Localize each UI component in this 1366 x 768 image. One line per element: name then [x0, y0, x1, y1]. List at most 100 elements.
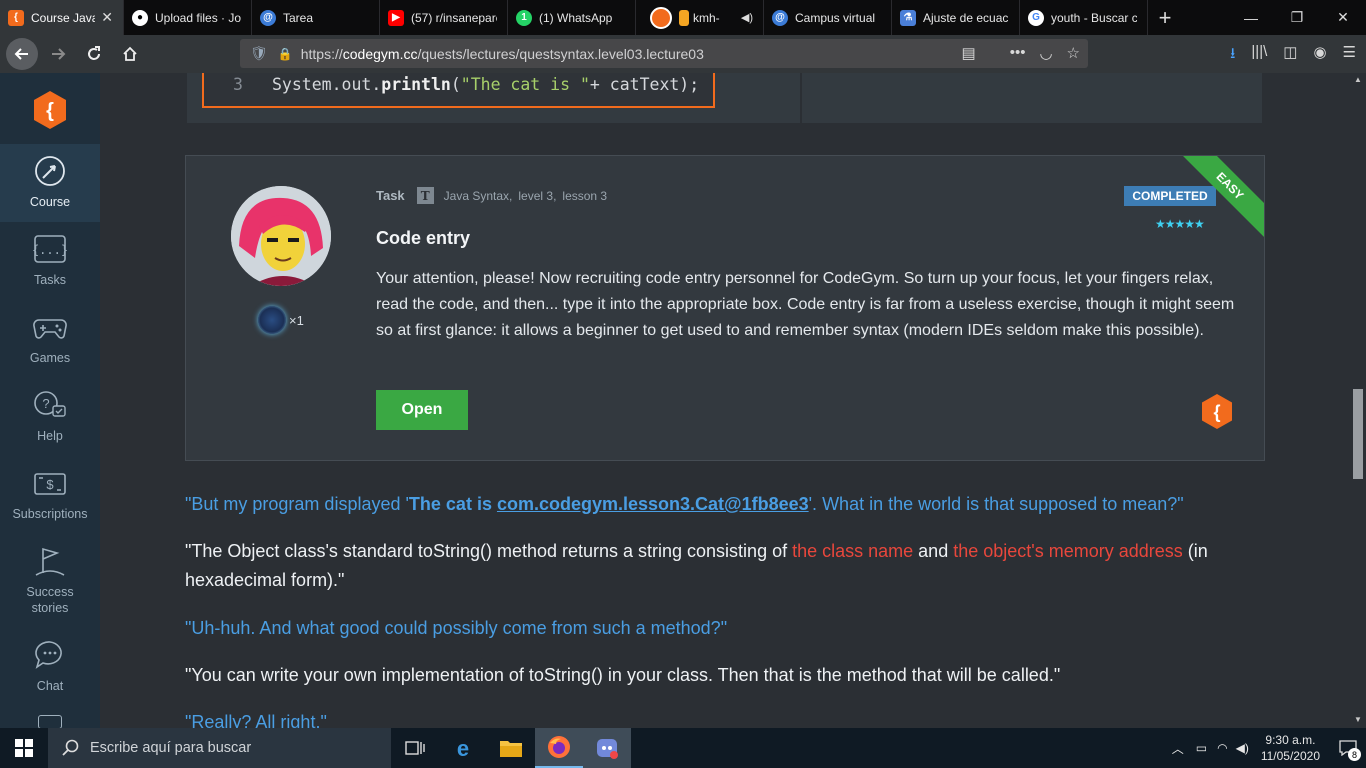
volume-icon[interactable]: ◀): [1236, 741, 1249, 755]
codegym-logo-icon[interactable]: {: [32, 90, 68, 130]
microphone-icon: [679, 9, 689, 26]
wifi-icon[interactable]: ◠: [1217, 741, 1227, 755]
speaker-icon[interactable]: ◀): [741, 11, 753, 24]
tab-whatsapp[interactable]: 1 (1) WhatsApp: [508, 0, 636, 35]
lock-icon[interactable]: 🔒: [278, 47, 293, 61]
close-window-icon[interactable]: ✕: [1320, 0, 1366, 35]
scrollbar-thumb[interactable]: [1353, 389, 1363, 479]
open-task-button[interactable]: Open: [376, 390, 468, 430]
url-scheme: https://: [300, 45, 343, 62]
taskbar-search[interactable]: Escribe aquí para buscar: [48, 728, 391, 768]
sidebar-item-chat[interactable]: Chat: [0, 628, 100, 706]
page-actions-icon[interactable]: •••: [1010, 44, 1026, 62]
tab-tarea[interactable]: @ Tarea: [252, 0, 380, 35]
discord-icon: [597, 739, 618, 759]
url-text[interactable]: https://codegym.cc/quests/lectures/quest…: [301, 46, 704, 62]
reload-button[interactable]: [78, 38, 110, 70]
home-button[interactable]: [114, 38, 146, 70]
sidebar-toggle-icon[interactable]: ◫: [1283, 43, 1297, 68]
search-placeholder: Escribe aquí para buscar: [90, 740, 252, 756]
firefox-taskbar-button[interactable]: [535, 728, 583, 768]
tracking-shield-icon[interactable]: 🛡: [250, 45, 268, 62]
action-center-button[interactable]: 8: [1330, 728, 1366, 768]
task-view-icon: [405, 741, 425, 755]
sidebar-item-tasks[interactable]: {...} Tasks: [0, 222, 100, 300]
edge-button[interactable]: e: [439, 728, 487, 768]
reader-view-icon[interactable]: ▤: [962, 44, 976, 62]
library-icon[interactable]: |||\: [1251, 43, 1267, 68]
chevron-up-icon[interactable]: ︿: [1172, 740, 1184, 757]
battery-icon[interactable]: ▭: [1196, 741, 1207, 755]
page-scrollbar[interactable]: ▲ ▼: [1350, 73, 1366, 728]
tab-label: Course Java T: [31, 10, 95, 25]
sidebar-item-label: Course: [29, 195, 71, 209]
tab-upload-files[interactable]: ● Upload files · Jos: [124, 0, 252, 35]
menu-icon[interactable]: ☰: [1343, 43, 1356, 68]
tab-label: kmh-: [693, 10, 720, 25]
notification-count-badge: 8: [1348, 748, 1361, 761]
code-paren: (: [450, 75, 461, 94]
url-host: codegym.cc: [342, 45, 418, 62]
braces-icon: {...}: [32, 232, 68, 266]
account-icon[interactable]: ◉: [1313, 43, 1326, 68]
tab-label: Upload files · Jos: [155, 10, 241, 25]
discord-taskbar-button[interactable]: [583, 728, 631, 768]
sidebar-item-course[interactable]: Course: [0, 144, 100, 222]
task-header: Task T Java Syntax, level 3, lesson 3: [376, 187, 613, 204]
pocket-icon[interactable]: ◡: [1039, 44, 1052, 62]
tab-kmh[interactable]: kmh- ◀): [636, 0, 764, 35]
download-icon[interactable]: ⭳: [1230, 43, 1235, 68]
close-tab-icon[interactable]: ✕: [101, 9, 113, 26]
tab-course-java[interactable]: { Course Java T ✕: [0, 0, 124, 35]
minimize-icon[interactable]: —: [1228, 0, 1274, 35]
file-explorer-button[interactable]: [487, 728, 535, 768]
dialog-mentor-line-2: "You can write your own implementation o…: [185, 665, 1061, 685]
sidebar-item-help[interactable]: ? Help: [0, 378, 100, 456]
firefox-icon: [650, 6, 672, 29]
system-clock[interactable]: 9:30 a.m. 11/05/2020: [1261, 732, 1320, 764]
sidebar-item-label: Success stories: [26, 585, 74, 615]
code-example-panel: 3 System.out. println("The cat is " + cat…: [187, 73, 800, 123]
youtube-icon: ▶: [388, 9, 404, 26]
breadcrumb-quest: Java Syntax,: [443, 188, 513, 203]
highlight-class-name: the class name: [792, 541, 914, 561]
task-view-button[interactable]: [391, 728, 439, 768]
dialog-student-line-2: "Uh-huh. And what good could possibly co…: [185, 618, 728, 638]
forward-button[interactable]: [42, 38, 74, 70]
bookmark-star-icon[interactable]: ☆: [1067, 44, 1080, 62]
edge-icon: e: [457, 736, 469, 760]
scroll-up-icon[interactable]: ▲: [1354, 75, 1362, 84]
start-button[interactable]: [0, 728, 48, 768]
breadcrumb-lesson: lesson 3: [562, 188, 608, 203]
restore-icon[interactable]: ❐: [1274, 0, 1320, 35]
tab-youth-search[interactable]: G youth - Buscar c: [1020, 0, 1148, 35]
codegym-favicon-icon: {: [8, 9, 24, 26]
code-string: "The cat is ": [460, 75, 590, 94]
sidebar-item-games[interactable]: Games: [0, 300, 100, 378]
text-fragment: "But my program displayed ': [185, 494, 409, 514]
tab-campus-virtual[interactable]: @ Campus virtual: [764, 0, 892, 35]
scroll-down-icon[interactable]: ▼: [1354, 715, 1362, 724]
system-tray: ︿ ▭ ◠ ◀) 9:30 a.m. 11/05/2020 8: [1172, 728, 1366, 768]
home-icon: [123, 46, 137, 61]
back-button[interactable]: [6, 38, 38, 70]
task-card: ×1 Task T Java Syntax, level 3, lesson 3…: [185, 155, 1265, 461]
sidebar-item-label: Subscriptions: [12, 507, 88, 521]
moodle-icon: @: [772, 9, 788, 26]
tab-reddit[interactable]: ▶ (57) r/insanepare: [380, 0, 508, 35]
sidebar-item-subscriptions[interactable]: $ Subscriptions: [0, 456, 100, 534]
address-bar[interactable]: 🛡 🔒 https://codegym.cc/quests/lectures/q…: [240, 39, 1088, 68]
clock-date: 11/05/2020: [1260, 749, 1320, 763]
codegym-logo-icon: {: [1202, 394, 1232, 429]
site-sidebar: { Course {...} Tasks Games ? Help $ Subs…: [0, 73, 100, 728]
new-tab-button[interactable]: +: [1148, 0, 1182, 35]
svg-text:e: e: [457, 736, 469, 760]
sidebar-item-success-stories[interactable]: Success stories: [0, 534, 100, 622]
browser-tab-strip: { Course Java T ✕ ● Upload files · Jos @…: [0, 0, 1366, 35]
dialog-student-line-3: "Really? All right.": [185, 712, 327, 728]
task-description: Your attention, please! Now recruiting c…: [376, 270, 1235, 339]
object-address-text: com.codegym.lesson3.Cat@1fb8ee3: [496, 494, 809, 514]
tab-ajuste[interactable]: ⚗ Ajuste de ecuaci: [892, 0, 1020, 35]
medal-orb-icon: [258, 306, 286, 334]
keyboard-icon[interactable]: [38, 715, 62, 728]
